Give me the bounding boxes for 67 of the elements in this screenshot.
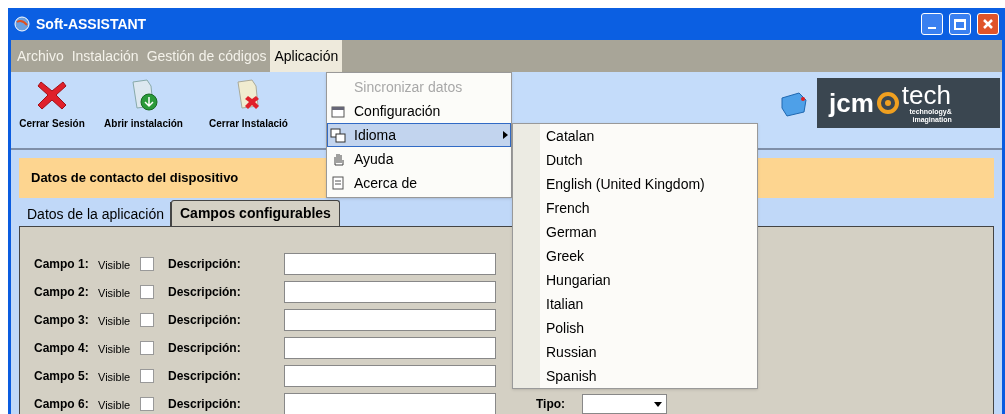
- language-option[interactable]: Dutch: [546, 148, 705, 172]
- language-option[interactable]: French: [546, 196, 705, 220]
- visible-checkbox[interactable]: [140, 285, 154, 299]
- description-label: Descripción:: [168, 340, 242, 357]
- visible-label: Visible: [98, 342, 132, 358]
- globe-icon: [14, 16, 30, 32]
- field-label: Campo 2:: [34, 284, 90, 301]
- description-field[interactable]: [284, 253, 496, 275]
- logo-text: jcm: [829, 90, 874, 116]
- section-title: Datos de contacto del dispositivo: [31, 169, 239, 188]
- description-field[interactable]: [284, 393, 496, 414]
- field-label: Campo 3:: [34, 312, 90, 329]
- description-label: Descripción:: [168, 368, 242, 385]
- description-field[interactable]: [284, 281, 496, 303]
- device-icon: [779, 90, 809, 118]
- field-label: Campo 4:: [34, 340, 90, 357]
- visible-checkbox[interactable]: [140, 313, 154, 327]
- visible-label: Visible: [98, 314, 132, 330]
- type-dropdown[interactable]: [582, 394, 667, 414]
- menu-option[interactable]: Ayuda: [327, 147, 511, 171]
- document-icon: [330, 175, 346, 191]
- menu-item[interactable]: Aplicación: [270, 40, 343, 72]
- toolbar-button[interactable]: Abrir instalación: [91, 78, 196, 131]
- caret-icon: [654, 401, 662, 407]
- toolbar-button[interactable]: Cerrar Instalació: [196, 78, 301, 131]
- visible-label: Visible: [98, 370, 132, 386]
- language-option[interactable]: Spanish: [546, 364, 705, 388]
- description-label: Descripción:: [168, 312, 242, 329]
- visible-checkbox[interactable]: [140, 257, 154, 271]
- windows-icon: [330, 127, 346, 143]
- description-field[interactable]: [284, 365, 496, 387]
- visible-checkbox[interactable]: [140, 341, 154, 355]
- window-title: Soft-ASSISTANT: [36, 14, 147, 34]
- close-icon: [982, 18, 994, 30]
- menu-option[interactable]: Configuración: [327, 99, 511, 123]
- language-option[interactable]: Italian: [546, 292, 705, 316]
- language-option[interactable]: Hungarian: [546, 268, 705, 292]
- type-label: Tipo:: [536, 396, 567, 413]
- menu-option[interactable]: Idioma: [327, 123, 511, 147]
- language-option[interactable]: Catalan: [546, 124, 705, 148]
- field-label: Campo 5:: [34, 368, 90, 385]
- language-option[interactable]: German: [546, 220, 705, 244]
- toolbar-button[interactable]: Cerrar Sesión: [13, 78, 91, 131]
- description-label: Descripción:: [168, 396, 242, 413]
- description-field[interactable]: [284, 337, 496, 359]
- visible-label: Visible: [98, 398, 132, 414]
- ring-icon: [875, 91, 900, 115]
- language-option[interactable]: English (United Kingdom): [546, 172, 705, 196]
- visible-label: Visible: [98, 258, 132, 274]
- menu-option[interactable]: Acerca de: [327, 171, 511, 195]
- field-label: Campo 6:: [34, 396, 90, 413]
- language-option[interactable]: Polish: [546, 316, 705, 340]
- description-label: Descripción:: [168, 284, 242, 301]
- visible-checkbox[interactable]: [140, 397, 154, 411]
- field-label: Campo 1:: [34, 256, 90, 273]
- logo-text: tech: [901, 82, 951, 108]
- language-option[interactable]: Russian: [546, 340, 705, 364]
- close-button[interactable]: [977, 13, 999, 35]
- minimize-button[interactable]: [921, 13, 943, 35]
- visible-label: Visible: [98, 286, 132, 302]
- visible-checkbox[interactable]: [140, 369, 154, 383]
- window-icon: [330, 103, 346, 119]
- description-field[interactable]: [284, 309, 496, 331]
- language-option[interactable]: Greek: [546, 244, 705, 268]
- description-label: Descripción:: [168, 256, 242, 273]
- maximize-button[interactable]: [949, 13, 971, 35]
- tab[interactable]: Campos configurables: [171, 200, 340, 226]
